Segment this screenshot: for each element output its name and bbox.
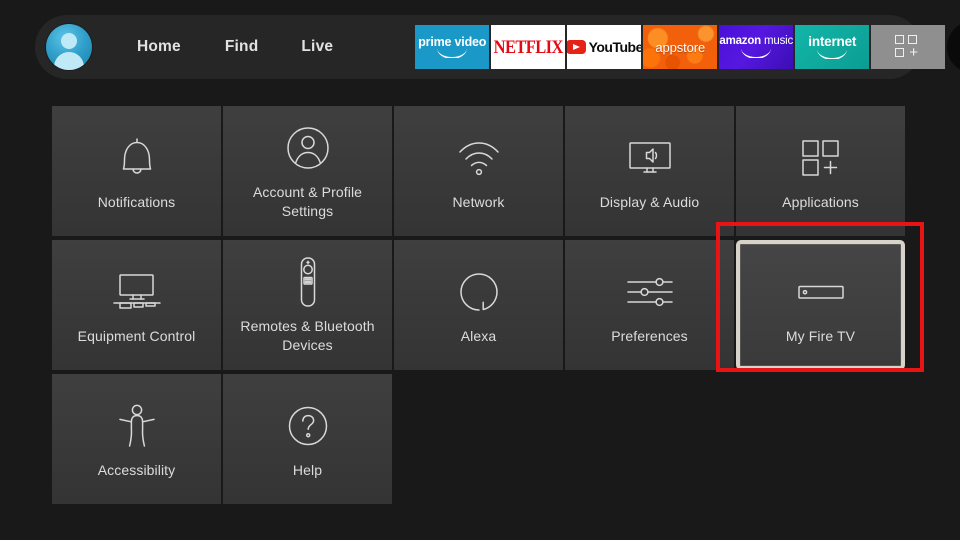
tile-label: Account & Profile Settings: [252, 184, 363, 219]
app-tile-internet[interactable]: internet: [795, 25, 870, 69]
alexa-ring-icon-wrap: [456, 265, 502, 319]
sliders-icon: [626, 277, 673, 306]
app-tile-appstore[interactable]: appstore: [643, 25, 718, 69]
tile-label: My Fire TV: [785, 327, 856, 344]
tile-applications[interactable]: Applications: [736, 106, 905, 236]
remote-icon: [300, 257, 315, 307]
tv-stand-icon-wrap: [111, 265, 163, 319]
tile-help[interactable]: Help: [223, 374, 392, 504]
youtube-play-icon: [567, 40, 586, 54]
question-circle-icon: [288, 406, 327, 445]
tile-label: Applications: [782, 193, 859, 210]
tile-label: Accessibility: [97, 461, 176, 478]
app-shortcut-row: prime video NETFLIX YouTube appstore ama…: [415, 25, 946, 69]
tv-speaker-icon: [628, 141, 671, 173]
tile-preferences[interactable]: Preferences: [565, 240, 734, 370]
profile-avatar[interactable]: [46, 24, 92, 70]
tile-label: Network: [452, 193, 505, 210]
avatar-head: [61, 33, 77, 49]
person-circle-icon: [286, 127, 329, 169]
remote-icon-wrap: [296, 255, 320, 309]
tile-empty: [394, 374, 563, 504]
bell-icon-wrap: [116, 131, 158, 185]
tile-network[interactable]: Network: [394, 106, 563, 236]
accessibility-icon-wrap: [116, 399, 158, 453]
settings-button[interactable]: [947, 21, 960, 73]
wifi-icon-wrap: [455, 131, 503, 185]
appstore-label: appstore: [655, 39, 706, 55]
tv-stand-icon: [112, 273, 161, 309]
amazon-music-label-amazon: amazon: [719, 35, 762, 48]
app-grid-plus-icon: +: [895, 35, 921, 60]
tile-label: Alexa: [460, 327, 497, 344]
fire-tv-stick-icon-wrap: [797, 265, 845, 319]
amazon-music-label-music: music: [761, 35, 794, 48]
amazon-smile-icon: [741, 49, 772, 58]
nav-item-live[interactable]: Live: [301, 38, 333, 56]
app-tile-amazon-music[interactable]: amazon music: [719, 25, 794, 69]
tile-label: Display & Audio: [599, 193, 700, 210]
tile-account-profile-settings[interactable]: Account & Profile Settings: [223, 106, 392, 236]
tile-my-fire-tv[interactable]: My Fire TV: [736, 240, 905, 370]
nav-item-home[interactable]: Home: [137, 38, 181, 56]
tile-label: Preferences: [611, 327, 688, 344]
alexa-ring-icon: [459, 272, 498, 311]
app-tile-netflix[interactable]: NETFLIX: [491, 25, 566, 69]
youtube-label: YouTube: [588, 39, 642, 55]
app-tile-all-apps[interactable]: +: [871, 25, 946, 69]
tile-label: Equipment Control: [77, 327, 196, 344]
amazon-smile-icon: [437, 49, 468, 59]
top-navigation-bar: Home Find Live prime video NETFLIX YouTu…: [35, 15, 960, 79]
tile-equipment-control[interactable]: Equipment Control: [52, 240, 221, 370]
fire-tv-stick-icon: [797, 285, 844, 299]
tile-label: Help: [292, 461, 323, 478]
settings-tile-grid: Notifications Account & Profile Settings…: [52, 106, 908, 504]
netflix-label: NETFLIX: [493, 35, 564, 58]
tile-alexa[interactable]: Alexa: [394, 240, 563, 370]
tile-empty: [565, 374, 734, 504]
tile-remotes-bluetooth-devices[interactable]: Remotes & Bluetooth Devices: [223, 240, 392, 370]
wifi-icon: [458, 141, 499, 175]
person-circle-icon-wrap: [285, 121, 331, 175]
app-grid-icon-wrap: [799, 131, 843, 185]
app-tile-prime-video[interactable]: prime video: [415, 25, 490, 69]
app-tile-youtube[interactable]: YouTube: [567, 25, 642, 69]
prime-video-label: prime video: [418, 34, 487, 49]
avatar-body: [54, 52, 84, 70]
tile-empty: [736, 374, 905, 504]
bell-icon: [122, 137, 151, 174]
tv-speaker-icon-wrap: [624, 131, 676, 185]
tile-label: Notifications: [97, 193, 176, 210]
question-circle-icon-wrap: [286, 399, 330, 453]
amazon-smile-icon: [817, 50, 848, 59]
accessibility-icon: [118, 404, 155, 447]
tile-display-audio[interactable]: Display & Audio: [565, 106, 734, 236]
amazon-music-label: amazon music: [719, 36, 793, 48]
tile-label: Remotes & Bluetooth Devices: [240, 318, 375, 353]
nav-item-find[interactable]: Find: [225, 38, 259, 56]
internet-label: internet: [808, 34, 857, 50]
sliders-icon-wrap: [624, 265, 676, 319]
tile-accessibility[interactable]: Accessibility: [52, 374, 221, 504]
tile-notifications[interactable]: Notifications: [52, 106, 221, 236]
app-grid-icon: [801, 139, 839, 176]
